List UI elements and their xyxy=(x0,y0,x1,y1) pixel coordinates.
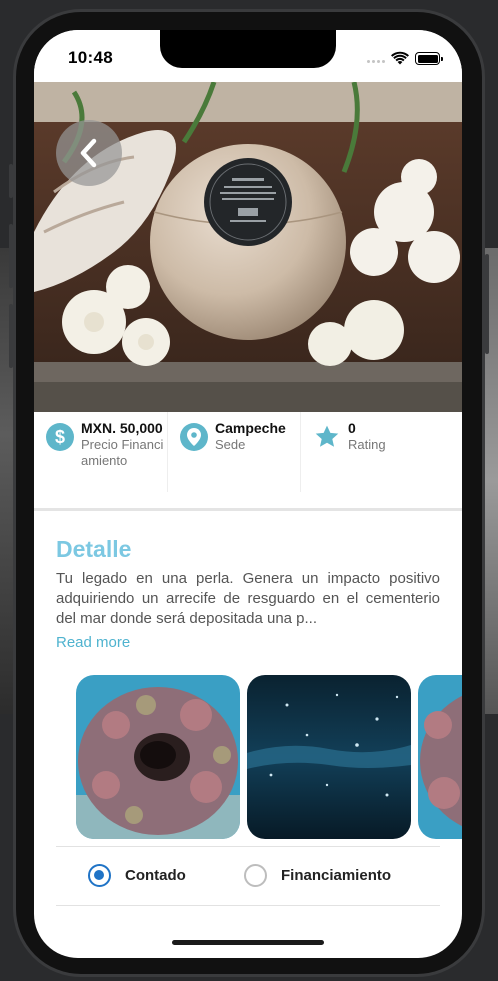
stat-rating: 0 Rating xyxy=(300,412,433,492)
status-bar: 10:48 xyxy=(34,30,462,82)
hero-image xyxy=(34,82,462,412)
home-indicator[interactable] xyxy=(172,940,324,945)
section-divider xyxy=(34,508,462,511)
option-financiamiento[interactable]: Financiamiento xyxy=(244,864,391,887)
stat-rating-value: 0 xyxy=(348,420,356,436)
reef-ball-photo xyxy=(76,675,240,839)
radio-contado[interactable] xyxy=(88,864,111,887)
stat-location-label: Sede xyxy=(215,437,246,452)
stat-location-value: Campeche xyxy=(215,420,286,436)
stat-price-label: Precio Financiamiento xyxy=(81,437,164,468)
back-button[interactable] xyxy=(56,120,122,186)
notch xyxy=(160,30,336,68)
app-screen: 10:48 $ MXN. 50,000 Precio Financiamient… xyxy=(34,30,462,958)
gallery-item[interactable] xyxy=(247,675,411,839)
option-contado-label: Contado xyxy=(125,867,186,884)
options-divider-top xyxy=(56,846,440,847)
image-gallery[interactable] xyxy=(34,675,462,839)
volume-down-button xyxy=(9,304,13,368)
stat-price: $ MXN. 50,000 Precio Financiamiento xyxy=(34,412,167,492)
volume-up-button xyxy=(9,224,13,288)
star-icon xyxy=(313,423,341,451)
location-pin-icon xyxy=(180,423,208,451)
underwater-surface-photo xyxy=(247,675,411,839)
read-more-link[interactable]: Read more xyxy=(56,634,130,651)
stats-row: $ MXN. 50,000 Precio Financiamiento Camp… xyxy=(34,412,462,492)
dollar-icon: $ xyxy=(46,423,74,451)
option-financiamiento-label: Financiamiento xyxy=(281,867,392,884)
radio-financiamiento[interactable] xyxy=(244,864,267,887)
stat-location: Campeche Sede xyxy=(167,412,300,492)
gallery-item[interactable] xyxy=(418,675,462,839)
chevron-left-icon xyxy=(80,138,97,168)
detail-title: Detalle xyxy=(56,536,132,562)
battery-icon xyxy=(415,52,443,65)
option-contado[interactable]: Contado xyxy=(88,864,186,887)
cellular-signal-icon xyxy=(367,60,385,63)
reef-ball-photo-partial xyxy=(418,675,462,839)
status-time: 10:48 xyxy=(68,48,113,67)
gallery-item[interactable] xyxy=(76,675,240,839)
stat-price-value: MXN. 50,000 xyxy=(81,420,163,436)
stat-rating-label: Rating xyxy=(348,437,386,452)
wifi-icon xyxy=(391,51,409,65)
silent-switch xyxy=(9,164,13,198)
detail-description: Tu legado en una perla. Genera un impact… xyxy=(56,570,440,627)
power-button xyxy=(485,254,489,354)
options-divider-bottom xyxy=(56,905,440,906)
